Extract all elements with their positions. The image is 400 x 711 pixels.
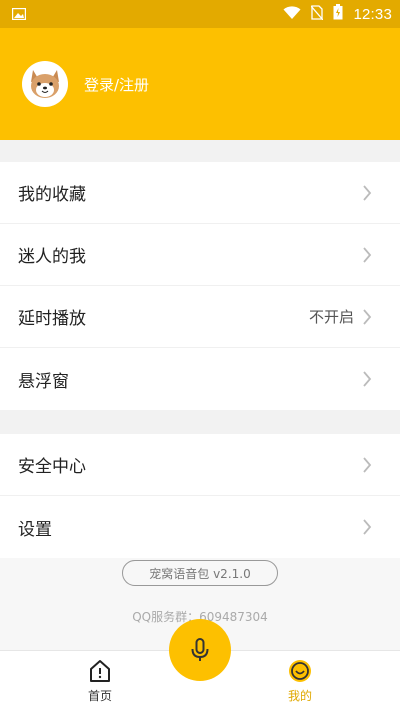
menu-item-label: 悬浮窗 xyxy=(18,371,69,392)
tab-home-label: 首页 xyxy=(87,689,112,703)
menu-item-label: 安全中心 xyxy=(18,457,86,477)
menu-item-label: 延时播放 xyxy=(18,309,86,329)
menu-group-main: 我的收藏 迷人的我 延时播放 不开启 悬浮窗 xyxy=(0,162,400,410)
status-bar: 12:33 xyxy=(0,0,400,28)
menu-item-label: 我的收藏 xyxy=(18,185,86,205)
chevron-right-icon xyxy=(363,371,372,387)
login-register-link[interactable]: 登录/注册 xyxy=(84,74,149,95)
menu-group-settings: 安全中心 设置 xyxy=(0,434,400,558)
voice-record-button[interactable] xyxy=(169,619,231,681)
chevron-right-icon xyxy=(363,519,372,535)
profile-header[interactable]: 登录/注册 xyxy=(0,28,400,140)
menu-item-settings[interactable]: 设置 xyxy=(0,496,400,558)
battery-icon xyxy=(333,4,343,24)
menu-item-charming-me[interactable]: 迷人的我 xyxy=(0,224,400,286)
status-time: 12:33 xyxy=(353,5,392,23)
chevron-right-icon xyxy=(363,184,372,201)
menu-item-security-center[interactable]: 安全中心 xyxy=(0,434,400,496)
delayed-playback-value: 不开启 xyxy=(308,308,354,326)
chevron-right-icon xyxy=(363,246,372,263)
image-icon xyxy=(11,5,27,24)
chevron-right-icon xyxy=(363,308,372,325)
smiley-face-icon xyxy=(289,660,311,682)
no-sim-icon xyxy=(310,4,324,24)
menu-item-floating-window[interactable]: 悬浮窗 xyxy=(0,348,400,410)
tab-mine-label: 我的 xyxy=(287,689,312,703)
tab-home[interactable]: 首页 xyxy=(50,651,150,711)
home-icon xyxy=(90,660,110,682)
menu-item-label: 迷人的我 xyxy=(18,247,86,267)
wifi-icon xyxy=(283,5,301,24)
chevron-right-icon xyxy=(363,456,372,473)
version-badge: 宠窝语音包 v2.1.0 xyxy=(122,560,278,586)
menu-item-favorites[interactable]: 我的收藏 xyxy=(0,162,400,224)
microphone-icon xyxy=(191,638,209,661)
menu-item-label: 设置 xyxy=(18,519,52,540)
tab-mine[interactable]: 我的 xyxy=(250,651,350,711)
shiba-avatar-icon[interactable] xyxy=(22,61,68,107)
menu-item-delayed-playback[interactable]: 延时播放 不开启 xyxy=(0,286,400,348)
